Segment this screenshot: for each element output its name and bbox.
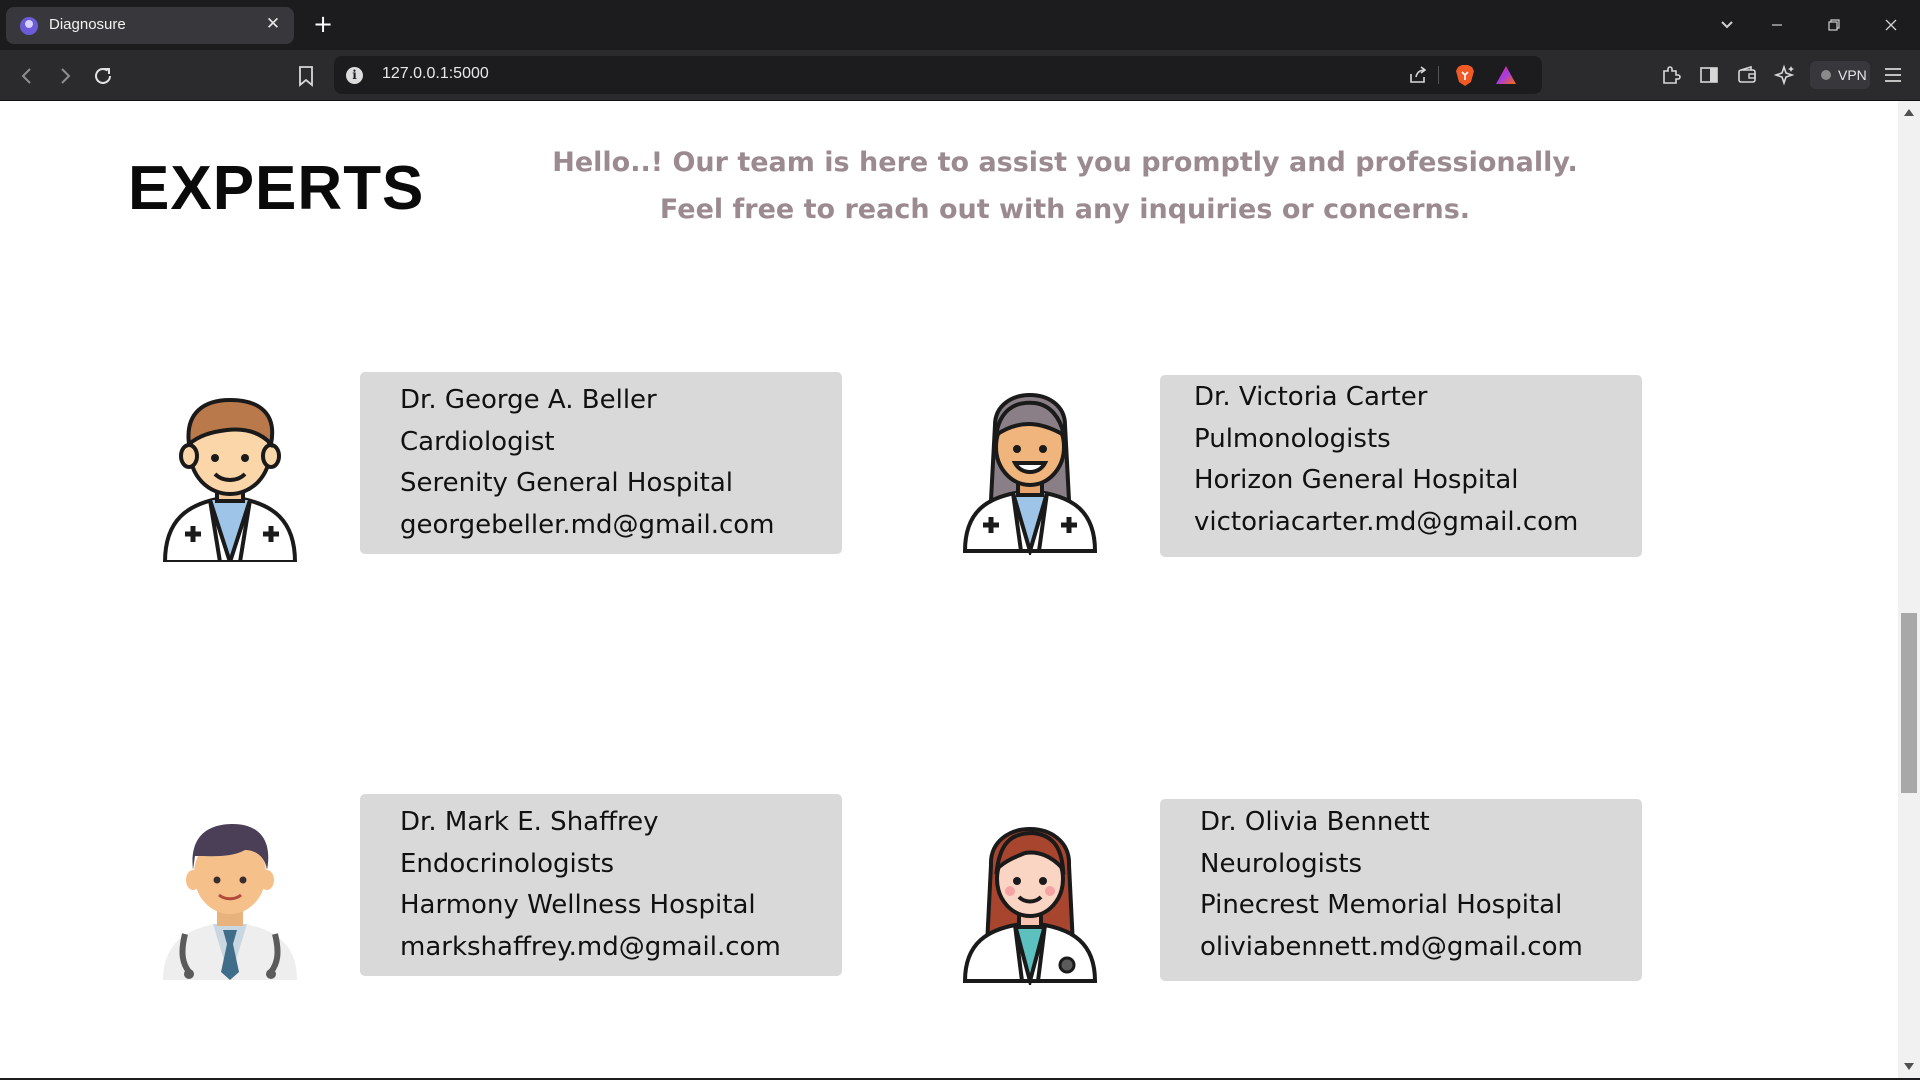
female-doctor-red-hair-icon xyxy=(962,827,1098,985)
leo-ai-sparkle-icon[interactable] xyxy=(1773,64,1796,86)
doctor-name: Dr. Mark E. Shaffrey xyxy=(400,807,659,837)
doctor-specialty: Endocrinologists xyxy=(400,848,615,879)
male-doctor-stethoscope-icon xyxy=(163,824,297,980)
site-info-icon[interactable]: i xyxy=(346,67,363,84)
doctor-card-mark: Dr. Mark E. Shaffrey Endocrinologists Ha… xyxy=(360,794,842,976)
page-viewport: EXPERTS Hello..! Our team is here to ass… xyxy=(0,101,1898,1078)
doctor-card-george: Dr. George A. Beller Cardiologist Sereni… xyxy=(360,372,842,554)
page-title: EXPERTS xyxy=(128,154,425,223)
browser-tab-active[interactable]: Diagnosure ✕ xyxy=(6,7,294,44)
vertical-scrollbar[interactable] xyxy=(1898,101,1920,1078)
doctor-email[interactable]: victoriacarter.md@gmail.com xyxy=(1194,502,1642,544)
doctor-name: Dr. Victoria Carter xyxy=(1194,382,1428,412)
bookmark-icon[interactable] xyxy=(296,65,316,87)
doctor-hospital: Horizon General Hospital xyxy=(1194,465,1519,495)
site-favicon-icon xyxy=(20,17,38,35)
male-doctor-brown-hair-icon xyxy=(162,397,298,562)
intro-text: Hello..! Our team is here to assist you … xyxy=(552,147,1578,225)
vpn-label: VPN xyxy=(1838,67,1867,83)
browser-toolbar: i 127.0.0.1:5000 VPN xyxy=(0,50,1920,101)
female-doctor-gray-hair-icon xyxy=(962,393,1098,555)
minimize-icon[interactable] xyxy=(1762,10,1792,40)
restore-icon[interactable] xyxy=(1819,10,1849,40)
doctor-hospital: Serenity General Hospital xyxy=(400,468,733,498)
url-text[interactable]: 127.0.0.1:5000 xyxy=(382,65,489,83)
brave-shields-icon[interactable] xyxy=(1454,63,1476,87)
tab-title: Diagnosure xyxy=(49,16,126,33)
doctor-specialty: Pulmonologists xyxy=(1194,423,1391,454)
doctor-specialty: Neurologists xyxy=(1200,848,1363,879)
scroll-up-arrow-icon[interactable] xyxy=(1904,109,1914,116)
brave-rewards-icon[interactable] xyxy=(1495,65,1517,85)
vpn-button[interactable]: VPN xyxy=(1810,61,1870,89)
wallet-icon[interactable] xyxy=(1736,64,1758,86)
share-icon[interactable] xyxy=(1408,65,1428,85)
doctor-hospital: Harmony Wellness Hospital xyxy=(400,890,756,920)
tab-close-icon[interactable]: ✕ xyxy=(262,13,284,35)
address-bar[interactable]: i 127.0.0.1:5000 xyxy=(334,56,1542,94)
doctor-name: Dr. George A. Beller xyxy=(400,385,657,415)
doctor-card-victoria: Dr. Victoria Carter Pulmonologists Horiz… xyxy=(1160,375,1642,557)
vpn-status-dot-icon xyxy=(1821,70,1831,80)
doctor-specialty: Cardiologist xyxy=(400,426,555,457)
tab-list-chevron-down-icon[interactable] xyxy=(1712,10,1742,40)
scrollbar-thumb[interactable] xyxy=(1901,613,1917,793)
extensions-puzzle-icon[interactable] xyxy=(1660,64,1682,86)
doctor-email[interactable]: oliviabennett.md@gmail.com xyxy=(1200,927,1642,969)
doctor-email[interactable]: georgebeller.md@gmail.com xyxy=(400,505,842,547)
doctor-email[interactable]: markshaffrey.md@gmail.com xyxy=(400,927,842,969)
reload-icon[interactable] xyxy=(90,63,116,89)
doctor-hospital: Pinecrest Memorial Hospital xyxy=(1200,890,1563,920)
scroll-down-arrow-icon[interactable] xyxy=(1904,1063,1914,1070)
browser-tab-bar: Diagnosure ✕ + xyxy=(0,0,1920,50)
url-divider xyxy=(1438,66,1439,84)
close-window-icon[interactable] xyxy=(1876,10,1906,40)
doctor-name: Dr. Olivia Bennett xyxy=(1200,807,1430,837)
new-tab-button[interactable]: + xyxy=(310,12,336,38)
doctor-card-olivia: Dr. Olivia Bennett Neurologists Pinecres… xyxy=(1160,799,1642,981)
forward-arrow-icon[interactable] xyxy=(52,63,78,89)
back-arrow-icon[interactable] xyxy=(14,63,40,89)
hamburger-menu-icon[interactable] xyxy=(1882,64,1904,86)
sidebar-toggle-icon[interactable] xyxy=(1698,64,1720,86)
